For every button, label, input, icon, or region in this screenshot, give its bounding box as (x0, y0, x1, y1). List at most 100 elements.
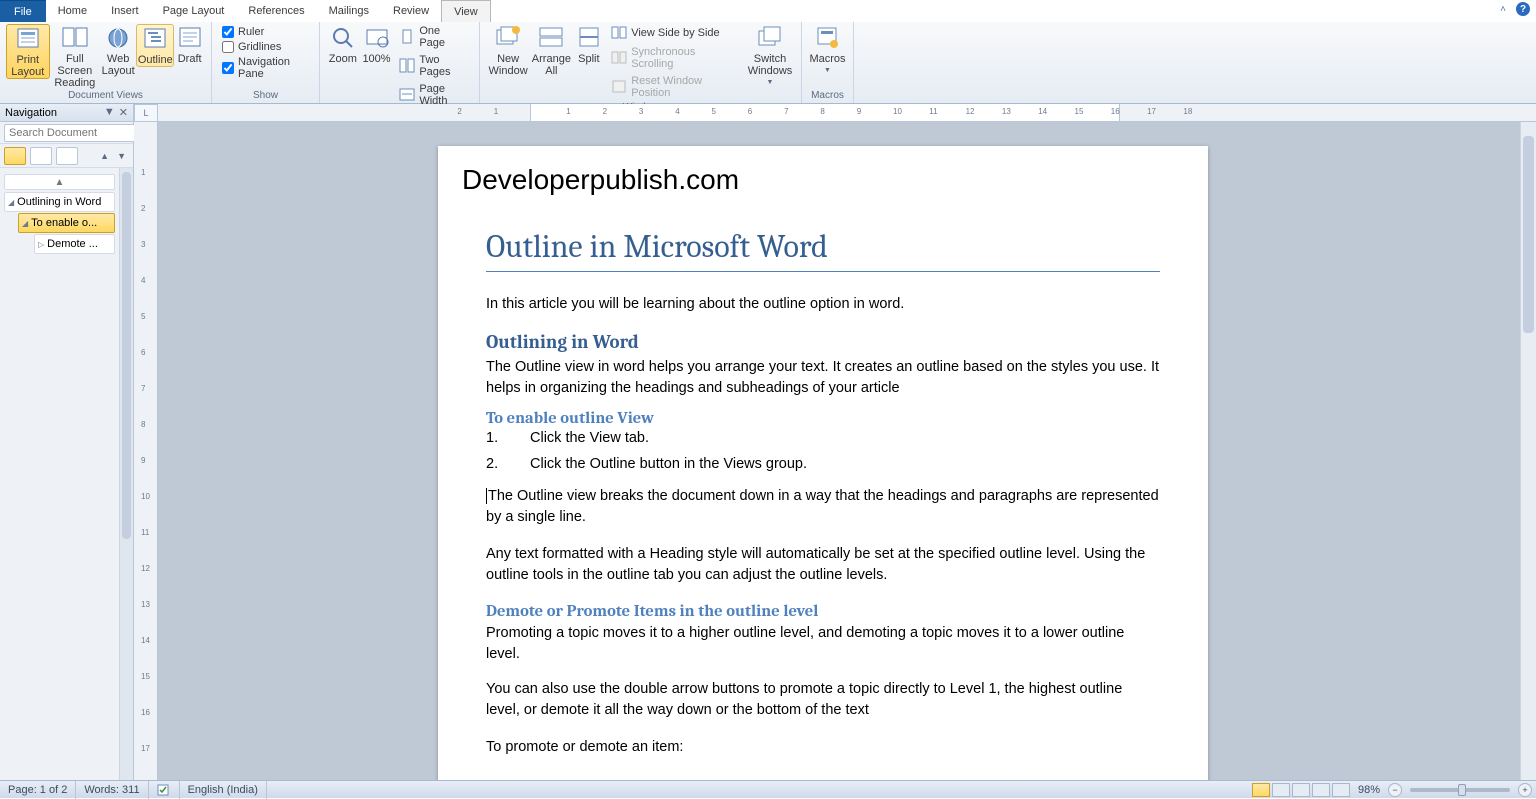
proofing-icon (157, 784, 171, 796)
zoom-100-button[interactable]: 100% (360, 24, 394, 65)
view-web-layout-button[interactable] (1292, 783, 1310, 797)
doc-title: Outline in Microsoft Word (486, 228, 1160, 272)
nav-collapse-bar[interactable]: ▲ (4, 174, 115, 190)
view-side-by-side-button[interactable]: View Side by Side (609, 24, 741, 42)
ruler-checkbox[interactable]: Ruler (222, 26, 309, 38)
side-by-side-icon (611, 25, 627, 41)
tab-home[interactable]: Home (46, 0, 99, 22)
one-page-button[interactable]: One Page (397, 24, 469, 50)
view-draft-button[interactable] (1332, 783, 1350, 797)
print-layout-icon (14, 27, 42, 51)
step-text: Click the Outline button in the Views gr… (530, 456, 807, 472)
status-proofing[interactable] (149, 781, 180, 799)
navigation-title: Navigation (5, 107, 57, 119)
tab-view[interactable]: View (441, 0, 491, 22)
tab-references[interactable]: References (236, 0, 316, 22)
view-print-layout-button[interactable] (1252, 783, 1270, 797)
dropdown-icon: ▼ (767, 77, 774, 89)
web-layout-label: Web Layout (102, 53, 135, 77)
zoom-button[interactable]: Zoom (326, 24, 360, 65)
status-language[interactable]: English (India) (180, 781, 267, 799)
new-window-button[interactable]: New Window (486, 24, 530, 77)
group-document-views-label: Document Views (6, 90, 205, 103)
macros-label: Macros (809, 53, 845, 65)
nav-dropdown-icon[interactable]: ▼ (104, 106, 115, 119)
full-screen-reading-label: Full Screen Reading (50, 53, 101, 89)
macros-button[interactable]: Macros ▼ (808, 24, 847, 77)
zoom-in-button[interactable]: + (1518, 783, 1532, 797)
zoom-slider[interactable] (1410, 788, 1510, 792)
document-canvas[interactable]: Developerpublish.com Outline in Microsof… (158, 122, 1520, 780)
tab-page-layout[interactable]: Page Layout (151, 0, 237, 22)
one-page-label: One Page (419, 25, 467, 49)
doc-p-double: You can also use the double arrow button… (486, 679, 1160, 721)
two-pages-button[interactable]: Two Pages (397, 53, 469, 79)
doc-h3-demote: Demote or Promote Items in the outline l… (486, 602, 1160, 621)
tab-mailings[interactable]: Mailings (317, 0, 381, 22)
group-show-label: Show (218, 90, 313, 103)
vertical-scrollbar[interactable] (1520, 122, 1536, 780)
nav-tab-headings[interactable] (4, 147, 26, 165)
step-num: 1. (486, 430, 530, 446)
status-page[interactable]: Page: 1 of 2 (0, 781, 76, 799)
one-page-icon (399, 29, 415, 45)
nav-next-icon[interactable]: ▼ (114, 151, 129, 161)
draft-icon (176, 26, 204, 50)
draft-button[interactable]: Draft (174, 24, 205, 65)
zoom-level[interactable]: 98% (1358, 784, 1380, 796)
split-button[interactable]: Split (573, 24, 606, 65)
tree-item-label: Outlining in Word (17, 196, 101, 208)
switch-windows-icon (756, 26, 784, 50)
tree-item-to-enable[interactable]: ◢To enable o... (18, 213, 115, 233)
nav-close-icon[interactable]: ✕ (119, 106, 128, 119)
outline-icon (141, 27, 169, 51)
zoom-icon (329, 26, 357, 50)
nav-tab-results[interactable] (56, 147, 78, 165)
synchronous-scrolling-button: Synchronous Scrolling (609, 45, 741, 71)
tree-item-demote[interactable]: ▷Demote ... (34, 234, 115, 254)
doc-p-outlining: The Outline view in word helps you arran… (486, 357, 1160, 399)
print-layout-button[interactable]: Print Layout (6, 24, 50, 79)
document-page: Developerpublish.com Outline in Microsof… (438, 146, 1208, 780)
outline-button[interactable]: Outline (136, 24, 174, 67)
full-screen-reading-button[interactable]: Full Screen Reading (50, 24, 101, 89)
status-words[interactable]: Words: 311 (76, 781, 148, 799)
step-text: Click the View tab. (530, 430, 649, 446)
view-outline-button[interactable] (1312, 783, 1330, 797)
new-window-label: New Window (489, 53, 528, 77)
web-layout-button[interactable]: Web Layout (100, 24, 136, 77)
view-full-screen-button[interactable] (1272, 783, 1290, 797)
full-screen-reading-icon (61, 26, 89, 50)
reset-window-position-button: Reset Window Position (609, 74, 741, 100)
list-item: 1.Click the View tab. (486, 430, 1160, 446)
nav-prev-icon[interactable]: ▲ (97, 151, 112, 161)
arrange-all-button[interactable]: Arrange All (530, 24, 572, 77)
dropdown-icon: ▼ (824, 65, 831, 77)
tab-insert[interactable]: Insert (99, 0, 151, 22)
caret-icon: ◢ (22, 219, 28, 228)
gridlines-label: Gridlines (238, 41, 281, 53)
tab-review[interactable]: Review (381, 0, 441, 22)
horizontal-ruler[interactable]: 21123456789101112131415161718 (158, 104, 1536, 122)
doc-p-anytext: Any text formatted with a Heading style … (486, 544, 1160, 586)
gridlines-checkbox[interactable]: Gridlines (222, 41, 309, 53)
tab-selector[interactable]: L (134, 104, 158, 122)
two-pages-icon (399, 58, 415, 74)
zoom-100-icon (363, 26, 391, 50)
doc-p-break: The Outline view breaks the document dow… (486, 486, 1160, 528)
tree-item-outlining[interactable]: ◢Outlining in Word (4, 192, 115, 212)
help-icon[interactable]: ? (1516, 2, 1530, 16)
navigation-pane-checkbox[interactable]: Navigation Pane (222, 56, 309, 80)
tab-file[interactable]: File (0, 0, 46, 22)
group-macros-label: Macros (808, 90, 847, 103)
doc-intro: In this article you will be learning abo… (486, 294, 1160, 315)
nav-scrollbar[interactable] (119, 168, 133, 780)
search-input[interactable] (4, 124, 155, 142)
zoom-out-button[interactable]: − (1388, 783, 1402, 797)
vertical-ruler[interactable]: 1234567891011121314151617 (134, 122, 157, 780)
minimize-ribbon-icon[interactable]: ˄ (1496, 2, 1510, 16)
doc-h3-enable: To enable outline View (486, 409, 1160, 428)
doc-p-topromote: To promote or demote an item: (486, 737, 1160, 758)
switch-windows-button[interactable]: Switch Windows ▼ (745, 24, 795, 89)
nav-tab-pages[interactable] (30, 147, 52, 165)
